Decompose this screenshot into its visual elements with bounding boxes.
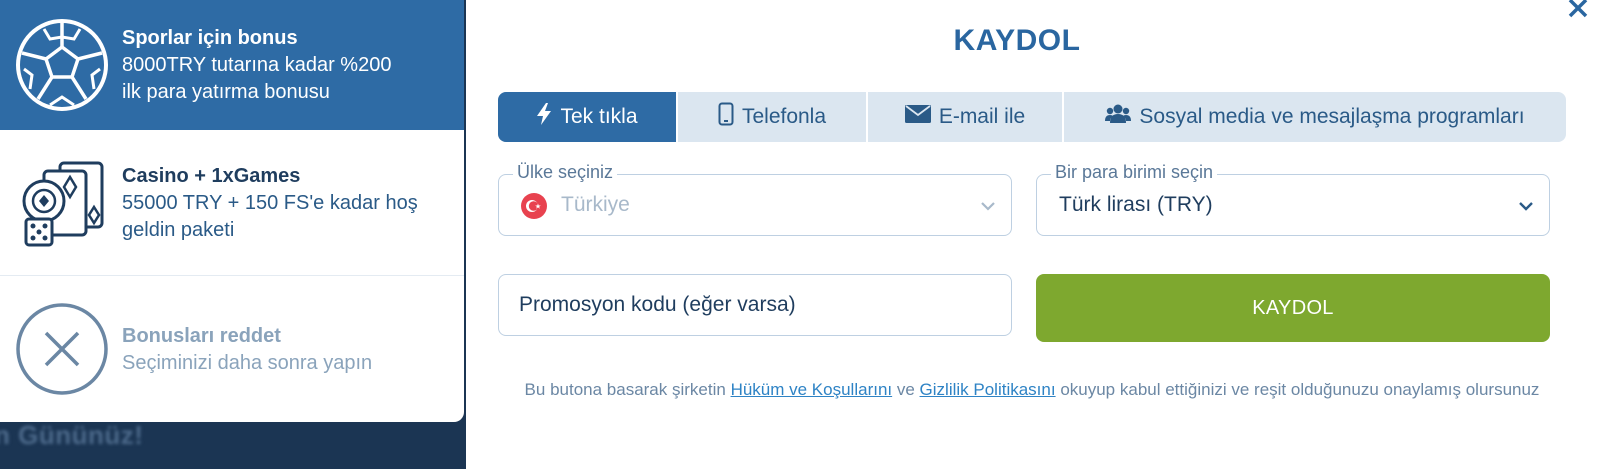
- bonus-description: ilk para yatırma bonusu: [122, 81, 330, 103]
- chevron-down-icon: [979, 197, 997, 215]
- registration-modal: KAYDOL Tek tıkla Telefonla E-mail ile So…: [466, 0, 1600, 469]
- bonus-option-sports[interactable]: Sporlar için bonus 8000TRY tutarına kada…: [0, 0, 464, 130]
- register-submit-button[interactable]: KAYDOL: [1036, 274, 1550, 342]
- bonus-option-casino[interactable]: Casino + 1xGames 55000 TRY + 150 FS'e ka…: [0, 130, 464, 276]
- bonus-description: 55000 TRY + 150 FS'e kadar hoş: [122, 191, 418, 214]
- country-select[interactable]: Ülke seçiniz Türkiye: [498, 161, 1012, 236]
- envelope-icon: [904, 105, 931, 129]
- registration-tabs: Tek tıkla Telefonla E-mail ile Sosyal me…: [498, 92, 1566, 142]
- background-banner-text: n Gününüz!: [0, 420, 144, 450]
- casino-cards-icon: [14, 155, 110, 251]
- currency-select[interactable]: Bir para birimi seçin Türk lirası (TRY): [1036, 161, 1550, 236]
- legal-text: okuyup kabul ettiğinizi ve reşit olduğun…: [1055, 380, 1540, 399]
- modal-title: KAYDOL: [953, 24, 1081, 57]
- bonus-description: 8000TRY tutarına kadar %200: [122, 54, 392, 76]
- users-icon: [1105, 104, 1132, 130]
- turkey-flag-icon: [521, 193, 547, 219]
- privacy-link[interactable]: Gizlilik Politikasını: [920, 380, 1056, 399]
- currency-value: Türk lirası (TRY): [1059, 193, 1213, 216]
- tab-email[interactable]: E-mail ile: [868, 92, 1064, 142]
- bonus-title: Casino + 1xGames: [122, 164, 301, 187]
- legal-text: Bu butona basarak şirketin: [524, 380, 731, 399]
- bonus-option-decline[interactable]: Bonusları reddet Seçiminizi daha sonra y…: [0, 276, 464, 422]
- legal-notice: Bu butona basarak şirketin Hüküm ve Koşu…: [498, 376, 1566, 404]
- tab-label: Tek tıkla: [560, 105, 638, 128]
- chevron-down-icon: [1517, 197, 1535, 215]
- terms-link[interactable]: Hüküm ve Koşullarını: [731, 380, 893, 399]
- lightning-icon: [536, 103, 552, 131]
- close-icon[interactable]: [1564, 0, 1592, 22]
- bonus-panel: Sporlar için bonus 8000TRY tutarına kada…: [0, 0, 464, 422]
- tab-label: Sosyal media ve mesajlaşma programları: [1139, 105, 1525, 128]
- promo-code-placeholder: Promosyon kodu (eğer varsa): [519, 293, 796, 316]
- decline-icon: [14, 301, 110, 397]
- tab-social[interactable]: Sosyal media ve mesajlaşma programları: [1064, 92, 1566, 142]
- bonus-title: Sporlar için bonus: [122, 27, 298, 49]
- tab-label: Telefonla: [741, 105, 827, 128]
- bonus-description: Seçiminizi daha sonra yapın: [122, 351, 373, 374]
- tab-one-click[interactable]: Tek tıkla: [498, 92, 678, 142]
- legal-text: ve: [892, 380, 920, 399]
- tab-label: E-mail ile: [938, 105, 1026, 128]
- bonus-title: Bonusları reddet: [122, 324, 281, 347]
- bonus-description: geldin paketi: [122, 218, 235, 241]
- currency-label: Bir para birimi seçin: [1051, 161, 1218, 183]
- promo-code-input[interactable]: Promosyon kodu (eğer varsa): [498, 274, 1012, 336]
- soccer-ball-icon: [14, 17, 110, 113]
- phone-icon: [718, 102, 734, 132]
- tab-phone[interactable]: Telefonla: [678, 92, 868, 142]
- country-label: Ülke seçiniz: [513, 161, 618, 183]
- country-value: Türkiye: [561, 193, 630, 216]
